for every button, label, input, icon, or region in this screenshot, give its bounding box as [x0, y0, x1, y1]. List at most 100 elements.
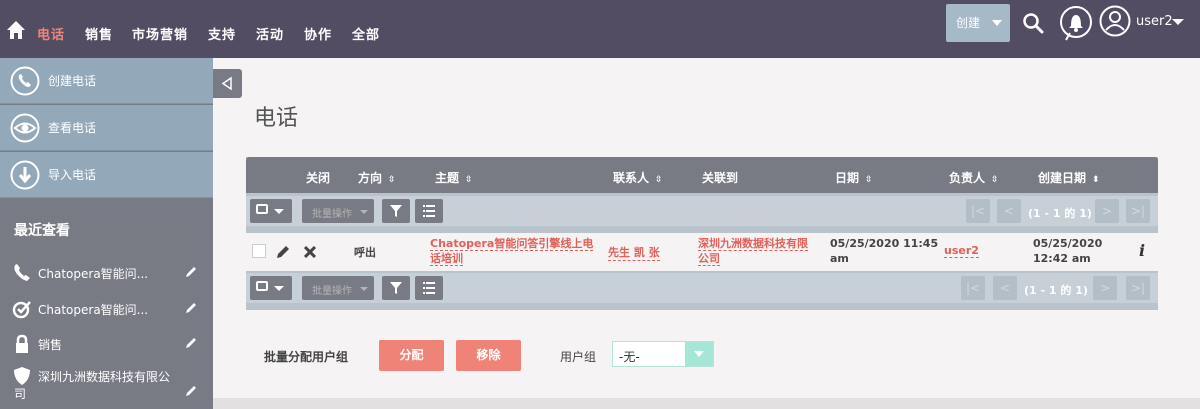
- bulk-action-label: 批量操作: [312, 286, 352, 297]
- list-columns-icon: [423, 282, 435, 294]
- edit-pencil-icon[interactable]: [184, 336, 198, 350]
- recent-item[interactable]: 销售: [0, 330, 213, 358]
- mass-assign-label: 批量分配用户组: [264, 350, 349, 364]
- user-avatar-icon[interactable]: [1099, 5, 1131, 37]
- nav-item-calls[interactable]: 电话: [37, 24, 65, 43]
- bulk-action-label: 批量操作: [312, 209, 352, 220]
- column-header-date-created[interactable]: 创建日期 ⬍: [1038, 169, 1100, 186]
- first-page-icon[interactable]: |<: [966, 199, 990, 223]
- cell-related-to[interactable]: 深圳九洲数据科技有限 公司: [698, 236, 808, 266]
- filter-button[interactable]: [382, 199, 410, 223]
- first-page-icon[interactable]: |<: [961, 276, 985, 300]
- date-line1: 05/25/2020 11:45: [830, 237, 939, 250]
- column-header-close: 关闭: [306, 171, 331, 185]
- prev-page-icon[interactable]: <: [993, 276, 1017, 300]
- column-chooser-button[interactable]: [415, 199, 443, 223]
- next-page-icon[interactable]: >: [1093, 276, 1117, 300]
- column-header-related-to: 关联到: [702, 171, 739, 185]
- edit-pencil-icon[interactable]: [276, 245, 290, 259]
- user-name[interactable]: user2: [1136, 14, 1173, 29]
- sidebar-action-label: 查看电话: [48, 121, 97, 135]
- edit-pencil-icon[interactable]: [184, 265, 198, 279]
- chevron-down-icon: [360, 210, 368, 214]
- import-icon: [10, 160, 40, 190]
- sidebar-action-label: 创建电话: [48, 74, 97, 88]
- select-all-dropdown[interactable]: [250, 276, 292, 300]
- select-dropdown-button[interactable]: [685, 342, 713, 366]
- collapse-arrow-icon: [221, 76, 232, 91]
- chevron-down-icon: [992, 20, 1002, 26]
- bulk-action-button[interactable]: 批量操作: [302, 199, 374, 223]
- sidebar-action-view-calls[interactable]: 查看电话: [0, 105, 213, 151]
- cell-date-created: 05/25/2020 12:42 am: [1033, 236, 1102, 266]
- nav-item-support[interactable]: 支持: [208, 24, 236, 43]
- scrollbar-track[interactable]: [1188, 58, 1200, 398]
- sidebar: 创建电话 查看电话 导入电话 最近查看 Chatopera智能问... Chat…: [0, 58, 213, 409]
- task-check-icon: [12, 301, 31, 319]
- sort-icon: ⇳: [465, 175, 473, 185]
- cell-subject[interactable]: Chatopera智能问答引擎线上电 话培训: [430, 236, 600, 266]
- search-icon[interactable]: [1022, 12, 1044, 34]
- nav-item-all[interactable]: 全部: [352, 24, 380, 43]
- sidebar-action-import-calls[interactable]: 导入电话: [0, 152, 213, 198]
- next-page-icon[interactable]: >: [1095, 199, 1119, 223]
- nav-item-collaboration[interactable]: 协作: [304, 24, 332, 43]
- column-header-assigned[interactable]: 负责人 ⇳: [949, 169, 999, 186]
- column-chooser-button[interactable]: [415, 276, 443, 300]
- filter-button[interactable]: [382, 276, 410, 300]
- sort-icon: ⇳: [655, 175, 663, 185]
- sidebar-action-create-call[interactable]: 创建电话: [0, 58, 213, 104]
- edit-pencil-icon[interactable]: [184, 384, 198, 398]
- home-icon[interactable]: [6, 20, 26, 40]
- related-link-line2[interactable]: 公司: [698, 252, 720, 266]
- recent-item[interactable]: Chatopera智能问...: [0, 295, 213, 323]
- chevron-down-icon: [360, 287, 368, 291]
- subject-link-line1[interactable]: Chatopera智能问答引擎线上电: [430, 237, 594, 251]
- column-header-direction[interactable]: 方向 ⇳: [358, 169, 396, 186]
- table-row[interactable]: 呼出 Chatopera智能问答引擎线上电 话培训 先生 凯 张 深圳九洲数据科…: [246, 233, 1158, 271]
- table-header: 关闭 方向 ⇳ 主题 ⇳ 联系人 ⇳ 关联到 日期 ⇳ 负责人 ⇳ 创建日期 ⬍: [246, 157, 1158, 193]
- last-page-icon[interactable]: >|: [1126, 199, 1150, 223]
- nav-item-activities[interactable]: 活动: [256, 24, 284, 43]
- row-checkbox[interactable]: [252, 244, 266, 258]
- created-line1: 05/25/2020: [1033, 237, 1103, 250]
- sidebar-collapse-button[interactable]: [213, 69, 242, 98]
- notification-bell-icon[interactable]: [1058, 4, 1094, 44]
- cell-contact[interactable]: 先生 凯 张: [608, 244, 660, 261]
- user-group-label: 用户组: [560, 350, 597, 364]
- user-group-select[interactable]: -无-: [612, 341, 714, 367]
- nav-item-marketing[interactable]: 市场营销: [132, 24, 188, 43]
- subject-link-line2[interactable]: 话培训: [430, 252, 463, 266]
- assign-button[interactable]: 分配: [379, 340, 444, 371]
- chevron-down-icon: [274, 209, 284, 214]
- checkbox-icon: [256, 281, 268, 291]
- create-button[interactable]: 创建: [946, 4, 1010, 42]
- last-page-icon[interactable]: >|: [1126, 276, 1150, 300]
- recent-item[interactable]: 深圳九洲数据科技有限公 司: [0, 362, 213, 406]
- pagination-text: (1 - 1 的 1): [1024, 284, 1088, 297]
- info-icon[interactable]: i: [1139, 241, 1145, 260]
- remove-button[interactable]: 移除: [456, 340, 521, 371]
- sidebar-action-label: 导入电话: [48, 168, 97, 182]
- user-group-value: -无-: [619, 350, 640, 364]
- related-link-line1[interactable]: 深圳九洲数据科技有限: [698, 237, 808, 251]
- prev-page-icon[interactable]: <: [997, 199, 1021, 223]
- select-all-dropdown[interactable]: [250, 199, 292, 223]
- list-columns-icon: [423, 205, 435, 217]
- column-header-subject[interactable]: 主题 ⇳: [435, 169, 473, 186]
- recently-viewed-title: 最近查看: [14, 223, 70, 239]
- close-icon[interactable]: [304, 246, 316, 258]
- column-header-contact[interactable]: 联系人 ⇳: [613, 169, 663, 186]
- shield-icon: [14, 367, 30, 385]
- page-title: 电话: [254, 106, 299, 131]
- nav-item-sales[interactable]: 销售: [85, 24, 113, 43]
- recent-item-label-continued: 司: [14, 387, 27, 401]
- cell-assigned-user[interactable]: user2: [944, 244, 979, 258]
- recent-item-label: Chatopera智能问...: [38, 303, 149, 317]
- user-menu-chevron-icon[interactable]: [1172, 19, 1184, 25]
- edit-pencil-icon[interactable]: [184, 301, 198, 315]
- bulk-action-button[interactable]: 批量操作: [302, 276, 374, 300]
- column-header-date[interactable]: 日期 ⇳: [835, 169, 873, 186]
- table-toolbar-bottom: 批量操作 |< < (1 - 1 的 1) > >|: [246, 273, 1158, 303]
- recent-item[interactable]: Chatopera智能问...: [0, 259, 213, 287]
